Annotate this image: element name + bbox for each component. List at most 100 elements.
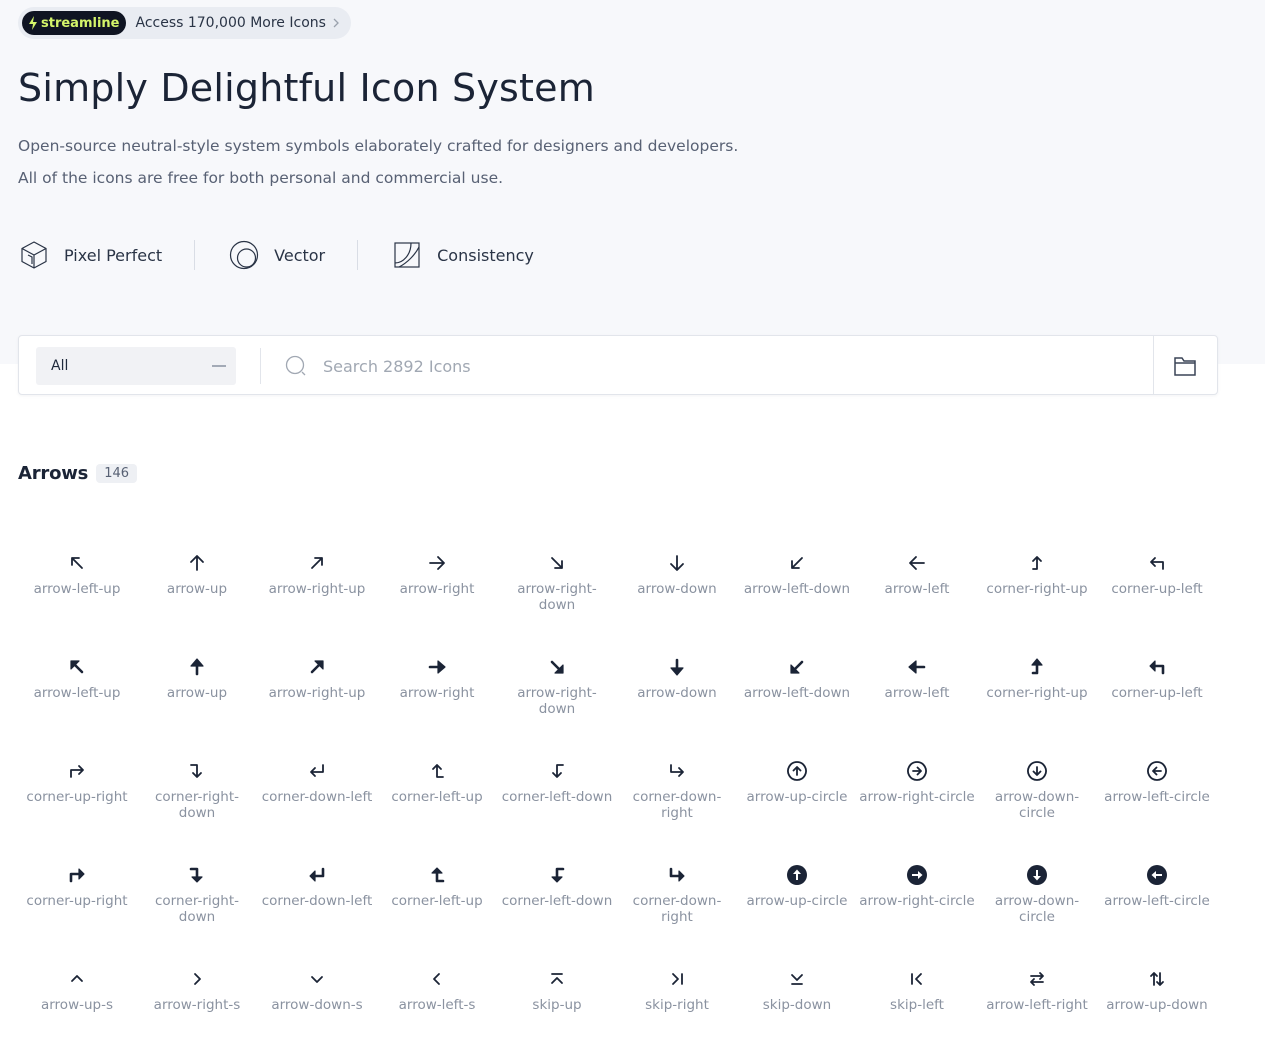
- icon-label: corner-up-right: [26, 789, 128, 805]
- icon-card-arrow-right-circle[interactable]: arrow-right-circle: [857, 850, 977, 954]
- icon-card-arrow-up-down[interactable]: arrow-up-down: [1097, 954, 1217, 1046]
- promo-banner[interactable]: streamline Access 170,000 More Icons: [18, 7, 351, 39]
- icon-card-arrow-down-s[interactable]: arrow-down-s: [257, 954, 377, 1046]
- icon-label: arrow-left-down: [743, 685, 851, 701]
- icon-label: arrow-left-circle: [1104, 893, 1210, 909]
- icon-label: corner-down-left: [261, 789, 373, 805]
- icon-card-corner-up-right[interactable]: corner-up-right: [17, 850, 137, 954]
- icon-card-arrow-right-up[interactable]: arrow-right-up: [257, 538, 377, 642]
- icon-card-corner-down-left[interactable]: corner-down-left: [257, 746, 377, 850]
- hero-subtitle-1: Open-source neutral-style system symbols…: [18, 137, 739, 155]
- icon-card-arrow-left-up[interactable]: arrow-left-up: [17, 642, 137, 746]
- skip-left-icon: [911, 973, 922, 985]
- icon-card-arrow-down[interactable]: arrow-down: [617, 538, 737, 642]
- icon-card-corner-down-right[interactable]: corner-down-right: [617, 850, 737, 954]
- icon-card-arrow-down-circle[interactable]: arrow-down-circle: [977, 850, 1097, 954]
- arrow-up-down-icon: [1150, 972, 1164, 986]
- feature-vector: Vector: [228, 239, 325, 271]
- icon-card-skip-right[interactable]: skip-right: [617, 954, 737, 1046]
- corner-down-right-icon: [670, 764, 684, 777]
- corner-up-left-icon: [1150, 557, 1164, 570]
- icon-label: skip-right: [645, 997, 709, 1013]
- divider: [357, 240, 359, 270]
- icon-card-corner-left-up[interactable]: corner-left-up: [377, 850, 497, 954]
- icon-card-corner-right-up[interactable]: corner-right-up: [977, 538, 1097, 642]
- icon-card-arrow-left[interactable]: arrow-left: [857, 642, 977, 746]
- icon-label: corner-right-down: [154, 893, 239, 925]
- icon-card-arrow-left-down[interactable]: arrow-left-down: [737, 642, 857, 746]
- icon-label: corner-left-up: [391, 789, 483, 805]
- icon-label: arrow-down-circle: [994, 789, 1080, 821]
- feature-label: Pixel Perfect: [64, 245, 163, 265]
- icon-card-arrow-right-down[interactable]: arrow-right-down: [497, 538, 617, 642]
- corner-right-down-icon: [190, 764, 202, 778]
- icon-card-corner-up-right[interactable]: corner-up-right: [17, 746, 137, 850]
- icon-card-corner-right-down[interactable]: corner-right-down: [137, 746, 257, 850]
- icon-label: arrow-up: [166, 581, 228, 597]
- icon-card-arrow-down[interactable]: arrow-down: [617, 642, 737, 746]
- icon-card-skip-up[interactable]: skip-up: [497, 954, 617, 1046]
- icon-label: arrow-left: [884, 581, 950, 597]
- icon-card-arrow-left[interactable]: arrow-left: [857, 538, 977, 642]
- icon-card-arrow-right-up[interactable]: arrow-right-up: [257, 642, 377, 746]
- icon-card-arrow-up-circle[interactable]: arrow-up-circle: [737, 746, 857, 850]
- icon-card-corner-right-down[interactable]: corner-right-down: [137, 850, 257, 954]
- icon-card-corner-left-down[interactable]: corner-left-down: [497, 850, 617, 954]
- icon-card-arrow-left-s[interactable]: arrow-left-s: [377, 954, 497, 1046]
- icon-label: corner-up-left: [1111, 685, 1203, 701]
- icon-label: arrow-up-circle: [746, 789, 848, 805]
- icon-card-corner-down-left[interactable]: corner-down-left: [257, 850, 377, 954]
- icon-card-corner-left-up[interactable]: corner-left-up: [377, 746, 497, 850]
- icon-grid: arrow-left-up arrow-up arrow-right-up arrow…: [17, 538, 1217, 1046]
- arrow-left-up-icon: [71, 557, 83, 569]
- icon-label: arrow-left-up: [33, 581, 121, 597]
- icon-card-arrow-left-circle[interactable]: arrow-left-circle: [1097, 746, 1217, 850]
- icon-card-arrow-up[interactable]: arrow-up: [137, 642, 257, 746]
- dropdown-dash-icon: [212, 365, 226, 367]
- icon-card-corner-right-up[interactable]: corner-right-up: [977, 642, 1097, 746]
- feature-consistency: Consistency: [391, 239, 534, 271]
- feature-label: Consistency: [437, 245, 534, 265]
- icon-card-skip-left[interactable]: skip-left: [857, 954, 977, 1046]
- corner-down-right-icon: [669, 867, 685, 882]
- icon-card-skip-down[interactable]: skip-down: [737, 954, 857, 1046]
- divider: [1153, 336, 1154, 394]
- icon-card-arrow-right-down[interactable]: arrow-right-down: [497, 642, 617, 746]
- icon-label: arrow-up-s: [40, 997, 114, 1013]
- divider: [260, 348, 261, 384]
- icon-card-corner-down-right[interactable]: corner-down-right: [617, 746, 737, 850]
- arrow-up-s-icon: [71, 975, 83, 982]
- icon-label: corner-down-right: [632, 789, 722, 821]
- icon-card-arrow-down-circle[interactable]: arrow-down-circle: [977, 746, 1097, 850]
- icon-card-arrow-left-down[interactable]: arrow-left-down: [737, 538, 857, 642]
- icon-card-arrow-right-circle[interactable]: arrow-right-circle: [857, 746, 977, 850]
- arrow-down-circle-icon: [1027, 761, 1047, 781]
- icon-card-arrow-up-s[interactable]: arrow-up-s: [17, 954, 137, 1046]
- icon-label: arrow-down: [637, 685, 717, 701]
- corner-up-right-icon: [69, 868, 85, 883]
- streamline-badge: streamline: [22, 11, 127, 35]
- icon-card-arrow-up-circle[interactable]: arrow-up-circle: [737, 850, 857, 954]
- icon-label: arrow-left-down: [743, 581, 851, 597]
- icon-card-corner-left-down[interactable]: corner-left-down: [497, 746, 617, 850]
- category-select[interactable]: All: [36, 347, 236, 385]
- icon-card-corner-up-left[interactable]: corner-up-left: [1097, 538, 1217, 642]
- icon-card-arrow-up[interactable]: arrow-up: [137, 538, 257, 642]
- divider: [194, 240, 196, 270]
- chevron-right-icon: [333, 18, 339, 28]
- icon-card-arrow-right[interactable]: arrow-right: [377, 538, 497, 642]
- corner-up-left-icon: [1149, 660, 1165, 675]
- icon-label: arrow-left-s: [398, 997, 476, 1013]
- icon-label: corner-left-down: [501, 789, 613, 805]
- corner-left-down-icon: [551, 867, 565, 883]
- search-input[interactable]: [315, 346, 1145, 386]
- icon-card-arrow-left-up[interactable]: arrow-left-up: [17, 538, 137, 642]
- icon-label: arrow-left: [884, 685, 950, 701]
- icon-card-arrow-right-s[interactable]: arrow-right-s: [137, 954, 257, 1046]
- icon-label: skip-down: [762, 997, 832, 1013]
- icon-card-arrow-right[interactable]: arrow-right: [377, 642, 497, 746]
- icon-card-arrow-left-right[interactable]: arrow-left-right: [977, 954, 1097, 1046]
- folder-icon[interactable]: [1172, 354, 1198, 378]
- icon-card-arrow-left-circle[interactable]: arrow-left-circle: [1097, 850, 1217, 954]
- icon-card-corner-up-left[interactable]: corner-up-left: [1097, 642, 1217, 746]
